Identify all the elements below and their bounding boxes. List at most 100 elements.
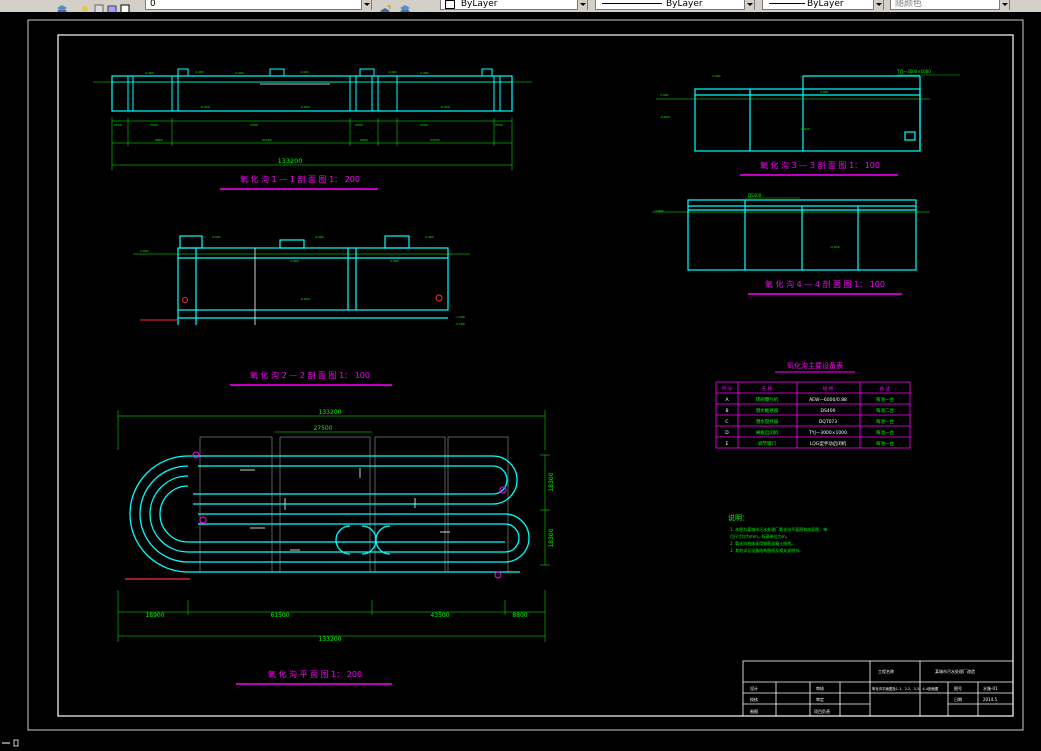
title-block-drawing-name: 氧化沟平面图及1-1、2-2、3-3、4-4剖面图 [872, 686, 939, 691]
layer-previous-icon[interactable] [398, 0, 412, 12]
svg-text:2500: 2500 [495, 123, 503, 127]
svg-text:-0.600: -0.600 [300, 105, 310, 109]
plotstyle-dropdown[interactable]: 随颜色 [890, 0, 1010, 10]
title-block-project-value: 某城市污水处理厂改造 [935, 668, 975, 674]
chevron-down-icon[interactable] [577, 0, 587, 10]
svg-text:2500: 2500 [250, 123, 258, 127]
title-block-drawing-no-value: 水施-01 [983, 685, 998, 691]
plan-dim-bottom-2: 61500 [270, 612, 289, 619]
svg-text:4.400: 4.400 [235, 71, 244, 75]
color-dropdown-value: ByLayer [460, 0, 498, 9]
table-cell: AEW—6000/0.88 [809, 397, 847, 403]
title-block-label: 设计 [750, 685, 758, 691]
svg-text:-0.600: -0.600 [200, 105, 210, 109]
table-cell: 潜水搅拌器 [756, 418, 779, 425]
svg-text:4.400: 4.400 [195, 70, 204, 74]
linetype-dropdown[interactable]: ByLayer [595, 0, 755, 10]
svg-text:3.800: 3.800 [140, 249, 149, 253]
svg-text:9800: 9800 [155, 138, 163, 142]
table-cell: 潜水推进器 [756, 407, 779, 414]
svg-text:2500: 2500 [150, 123, 158, 127]
layer-dropdown[interactable]: 0 [145, 0, 372, 10]
plan-dim-top-inner: 27500 [313, 425, 332, 432]
svg-text:-0.600: -0.600 [300, 297, 310, 301]
svg-text:43500: 43500 [430, 138, 440, 142]
title-block-label: 审核 [816, 685, 824, 691]
table-header: 序 号 [722, 385, 733, 392]
svg-text:-0.600: -0.600 [800, 127, 810, 131]
section-4-4-title: 氧 化 沟 4 — 4 剖 面 图 1： 100 [765, 279, 885, 289]
section-3-3-title: 氧 化 沟 3 — 3 剖 面 图 1： 100 [760, 160, 880, 170]
svg-text:-1.000: -1.000 [455, 315, 465, 319]
title-block-label: 制图 [750, 708, 758, 714]
plan-dim-bottom-3: 43500 [430, 612, 449, 619]
section-2-2-title: 氧 化 沟 2 — 2 剖 面 图 1： 100 [250, 370, 370, 380]
section-1-1-total-dim: 133200 [278, 157, 303, 165]
freeze-icon[interactable] [92, 0, 106, 12]
title-block-date-label: 日期 [954, 696, 962, 702]
table-cell: 每池一台 [876, 429, 894, 436]
layer-manager-icon[interactable] [55, 0, 69, 12]
table-header: 备 注 [880, 385, 891, 392]
svg-text:4.400: 4.400 [300, 70, 309, 74]
svg-text:9800: 9800 [360, 138, 368, 142]
svg-text:2500: 2500 [355, 123, 363, 127]
title-block-date-value: 2014.5 [983, 697, 997, 702]
chevron-down-icon[interactable] [873, 0, 883, 10]
title-block-label: 审定 [816, 696, 824, 702]
table-cell: LQG型手动启闭机 [810, 440, 847, 447]
notes-line: 1. 本图为某城市污水处理厂氧化沟平面图和剖面图，单 [730, 526, 827, 532]
notes-line: 2. 氧化沟池体采用钢筋混凝土结构。 [730, 540, 795, 546]
chevron-down-icon[interactable] [361, 0, 371, 10]
table-cell: C [725, 419, 728, 425]
table-cell: DQT073 [819, 419, 837, 425]
svg-text:4.400: 4.400 [212, 235, 221, 239]
layer-dropdown-value: 0 [150, 0, 156, 9]
svg-text:3.900: 3.900 [290, 259, 299, 263]
notes-line: 3. 其他详见设备结构图纸及相关说明书。 [730, 547, 803, 553]
table-cell: D [725, 430, 729, 436]
svg-text:4.400: 4.400 [388, 70, 397, 74]
table-cell: E [726, 441, 729, 447]
table-cell: 转刷曝气机 [756, 396, 779, 403]
title-block-label: 项目负责 [814, 708, 830, 714]
linetype-dropdown-value: ByLayer [666, 0, 703, 9]
plan-dim-bottom-1: 18900 [145, 612, 164, 619]
chevron-down-icon[interactable] [744, 0, 754, 10]
lock-icon[interactable] [105, 0, 119, 12]
table-cell: B [725, 408, 728, 414]
section-1-1-title: 氧 化 沟 1 — 1 剖 面 图 1： 200 [240, 174, 360, 184]
svg-text:-2.500: -2.500 [455, 322, 465, 326]
drawing-canvas[interactable]: 4.400 4.400 4.400 4.400 4.400 4.400 -0.600 -0… [0, 12, 1041, 740]
svg-text:-0.600: -0.600 [440, 105, 450, 109]
svg-text:3.900: 3.900 [390, 259, 399, 263]
notes-heading: 说明： [728, 513, 749, 522]
chevron-down-icon[interactable] [999, 0, 1009, 10]
title-block-project-label: 工程名称 [878, 668, 894, 674]
svg-text:-0.600: -0.600 [830, 245, 840, 249]
svg-text:61500: 61500 [262, 138, 272, 142]
svg-text:3.900: 3.900 [660, 93, 669, 97]
svg-text:4.400: 4.400 [145, 71, 154, 75]
color-dropdown[interactable]: ByLayer [440, 0, 588, 10]
plan-dim-top-total: 133200 [319, 409, 342, 416]
command-line-indicator [0, 732, 40, 747]
layer-color-icon[interactable] [118, 0, 132, 12]
lineweight-dropdown[interactable]: ByLayer [762, 0, 884, 10]
layer-state-icon[interactable] [78, 0, 92, 12]
table-header: 规 格 [823, 385, 834, 392]
plan-dim-right-2: 18300 [548, 528, 555, 547]
section-3-3-label: TYJ—3000×1000 [896, 69, 931, 74]
table-cell: 每池一台 [876, 396, 894, 403]
make-current-icon[interactable] [378, 0, 392, 12]
linetype-preview [602, 3, 662, 4]
svg-text:4.400: 4.400 [425, 235, 434, 239]
svg-text:2500: 2500 [114, 123, 122, 127]
table-cell: DS400 [821, 408, 836, 414]
plotstyle-dropdown-value: 随颜色 [895, 0, 923, 9]
plan-dim-bottom-total: 133200 [319, 636, 342, 643]
section-4-4-label: DS400 [748, 193, 762, 198]
svg-text:4.400: 4.400 [420, 71, 429, 75]
notes-line: 位尺寸均为mm，标高单位为m。 [730, 533, 790, 539]
svg-text:3.900: 3.900 [820, 90, 829, 94]
